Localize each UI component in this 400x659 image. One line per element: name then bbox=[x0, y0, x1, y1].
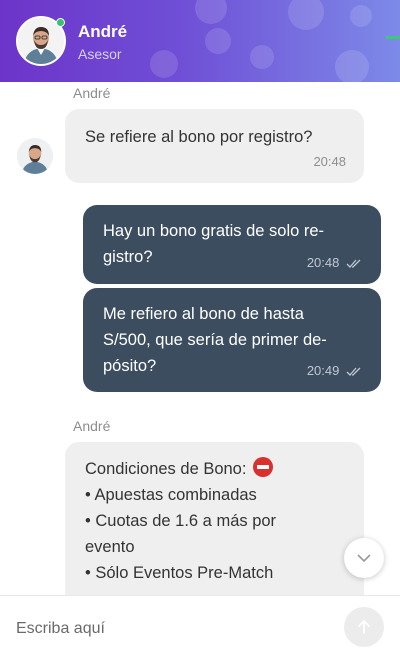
message-meta: 20:48 bbox=[307, 250, 362, 276]
message-title-row: Condiciones de Bono: bbox=[85, 456, 344, 482]
agent-role: Asesor bbox=[78, 46, 122, 62]
message-input[interactable] bbox=[16, 614, 316, 644]
message-time: 20:48 bbox=[306, 255, 340, 270]
double-check-icon bbox=[346, 259, 361, 268]
header-decoration bbox=[350, 5, 372, 27]
incoming-message: Condiciones de Bono: • Apuestas combinad… bbox=[65, 442, 364, 595]
double-check-icon bbox=[346, 367, 361, 376]
header-decoration bbox=[205, 28, 231, 54]
message-time: 20:49 bbox=[306, 363, 340, 378]
outgoing-message: Hay un bono gratis de solo re- gistro? 2… bbox=[83, 205, 381, 284]
send-button[interactable] bbox=[344, 607, 384, 647]
agent-avatar-container bbox=[16, 16, 66, 66]
sender-avatar bbox=[17, 138, 53, 174]
scroll-down-button[interactable] bbox=[344, 538, 384, 578]
message-text: Se refiere al bono por registro? bbox=[85, 128, 313, 146]
no-entry-icon bbox=[253, 457, 274, 477]
message-line: • Sólo Eventos Pre-Match bbox=[85, 564, 274, 582]
agent-name: André bbox=[78, 22, 128, 41]
message-line: S/500, que sería de primer de- bbox=[103, 331, 327, 349]
message-line: • Cuotas de 1.6 a más por bbox=[85, 512, 277, 530]
message-line: evento bbox=[85, 538, 135, 556]
header-decoration bbox=[195, 0, 227, 24]
header-decoration bbox=[250, 45, 274, 69]
header-decoration bbox=[288, 0, 324, 30]
message-meta: 20:49 bbox=[307, 358, 362, 384]
message-sender: André bbox=[73, 418, 111, 434]
message-time: 20:48 bbox=[313, 154, 346, 169]
message-composer bbox=[0, 595, 400, 659]
header-decoration bbox=[335, 50, 369, 82]
message-line: Hay un bono gratis de solo re- bbox=[103, 222, 325, 240]
message-sender: André bbox=[73, 85, 111, 101]
header-accent bbox=[386, 36, 400, 39]
message-list[interactable]: André Se refiere al bono por registro? 2… bbox=[0, 82, 400, 595]
header-decoration bbox=[150, 50, 178, 78]
incoming-message: Se refiere al bono por registro? 20:48 bbox=[65, 109, 364, 183]
message-line: Me refiero al bono de hasta bbox=[103, 305, 304, 323]
message-title: Condiciones de Bono: bbox=[85, 460, 247, 478]
online-status-dot bbox=[56, 18, 65, 27]
outgoing-message: Me refiero al bono de hasta S/500, que s… bbox=[83, 288, 381, 392]
arrow-up-icon bbox=[358, 620, 370, 634]
chat-header: André Asesor bbox=[0, 0, 400, 82]
message-line: • Apuestas combinadas bbox=[85, 486, 257, 504]
person-icon bbox=[17, 138, 53, 174]
chevron-down-icon bbox=[357, 554, 371, 563]
